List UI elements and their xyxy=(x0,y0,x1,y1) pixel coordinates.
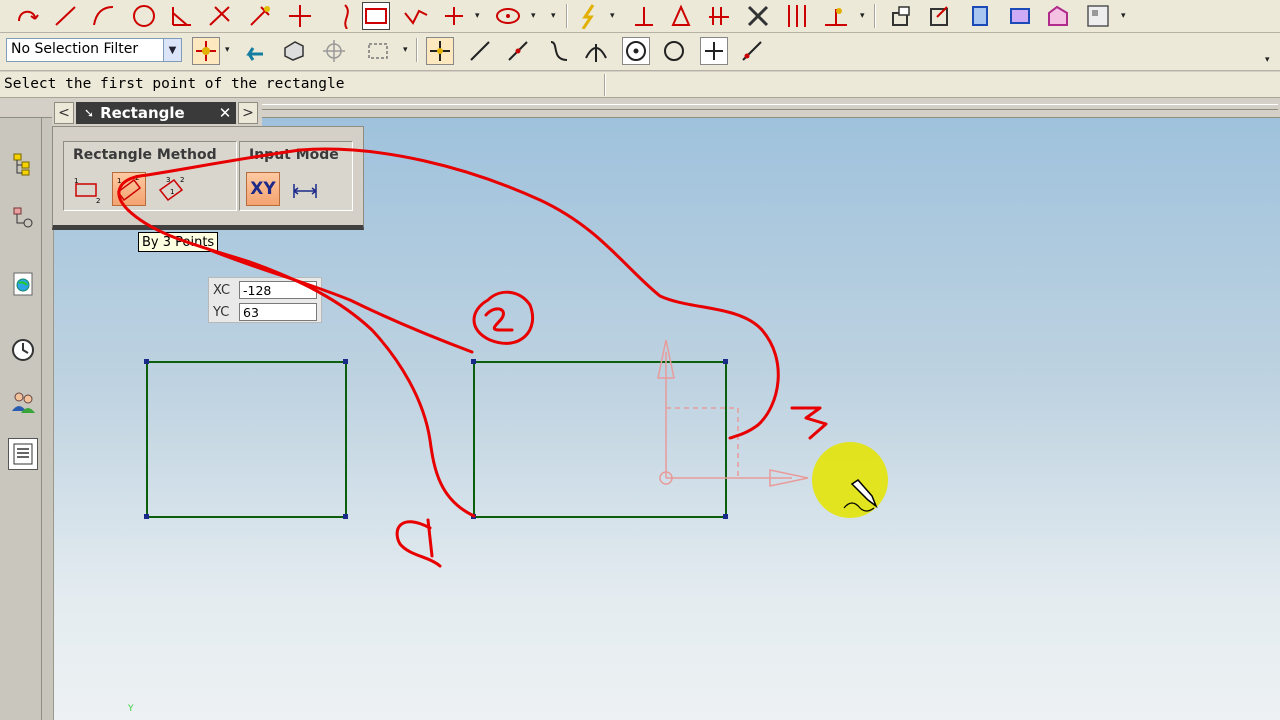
dialog-title: Rectangle xyxy=(100,104,185,122)
status-prompt: Select the first point of the rectangle xyxy=(4,76,345,92)
xc-input[interactable]: -128 xyxy=(239,281,317,299)
control-point-icon[interactable] xyxy=(544,37,572,65)
web-browser-icon[interactable] xyxy=(8,268,38,300)
xc-label: XC xyxy=(213,282,231,298)
offset-icon[interactable] xyxy=(782,2,810,30)
svg-text:1: 1 xyxy=(170,188,174,196)
rectangle-dialog: Rectangle Method 12 12 321 Input Mode XY xyxy=(52,126,364,230)
resource-bar xyxy=(0,118,42,720)
circle-tool-icon[interactable] xyxy=(130,2,158,30)
point-on-curve-icon[interactable] xyxy=(738,37,766,65)
perpendicular-constraint-icon[interactable] xyxy=(630,2,658,30)
dynamic-input-box: XC -128 YC 63 xyxy=(208,277,322,323)
svg-text:2: 2 xyxy=(135,174,139,182)
layout-icon[interactable] xyxy=(1084,2,1112,30)
rectangle-tool-icon[interactable] xyxy=(362,2,390,30)
chevron-left-icon[interactable]: < xyxy=(54,102,74,124)
arc-tool-icon[interactable] xyxy=(90,2,118,30)
tool-settings-icon[interactable] xyxy=(1044,2,1072,30)
undo-arc-icon[interactable] xyxy=(14,2,42,30)
roles-icon[interactable] xyxy=(8,386,38,418)
constraint-navigator-icon[interactable] xyxy=(8,202,38,234)
rectangle-method-group: Rectangle Method 12 12 321 xyxy=(63,141,237,211)
selection-filter-value: No Selection Filter xyxy=(11,41,139,57)
point-tool-icon[interactable] xyxy=(286,2,314,30)
solid-icon[interactable] xyxy=(1006,2,1034,30)
selection-filter-dropdown[interactable]: No Selection Filter ▼ xyxy=(6,38,182,62)
delete-constraint-icon[interactable] xyxy=(744,2,772,30)
yc-label: YC xyxy=(213,304,230,320)
end-point-icon[interactable] xyxy=(466,37,494,65)
snap-angle-icon[interactable] xyxy=(822,2,850,30)
undo-arrow-icon[interactable] xyxy=(240,37,268,65)
parameter-mode-icon[interactable] xyxy=(288,172,322,206)
chevron-down-icon[interactable]: ▼ xyxy=(163,39,181,61)
sketch-view-icon[interactable] xyxy=(888,2,916,30)
angle-tool-icon[interactable] xyxy=(168,2,196,30)
constraint-tool-icon[interactable] xyxy=(576,2,604,30)
snap-enable-icon[interactable] xyxy=(192,37,220,65)
svg-text:2: 2 xyxy=(180,176,184,184)
existing-point-icon[interactable] xyxy=(700,37,728,65)
line-tool-icon[interactable] xyxy=(52,2,80,30)
snap-point-icon[interactable] xyxy=(426,37,454,65)
select-3d-icon[interactable] xyxy=(280,37,308,65)
input-mode-label: Input Mode xyxy=(249,147,339,163)
chevron-right-icon[interactable]: > xyxy=(238,102,258,124)
rectangle-select-icon[interactable] xyxy=(364,37,392,65)
close-icon[interactable]: ✕ xyxy=(216,104,234,122)
y-axis-marker: Y xyxy=(128,704,134,714)
rectangle-method-label: Rectangle Method xyxy=(73,147,217,163)
by-2-points-icon[interactable]: 12 xyxy=(70,172,104,206)
svg-text:1: 1 xyxy=(117,177,121,185)
yc-row: YC 63 xyxy=(213,302,317,322)
by-3-points-icon[interactable]: 12 xyxy=(112,172,146,206)
history-clock-icon[interactable] xyxy=(8,334,38,366)
reattach-icon[interactable] xyxy=(926,2,954,30)
yc-input[interactable]: 63 xyxy=(239,303,317,321)
trim-tool-icon[interactable] xyxy=(246,2,274,30)
status-divider xyxy=(604,74,606,96)
ellipse-tool-icon[interactable] xyxy=(494,2,522,30)
svg-text:3: 3 xyxy=(166,176,170,184)
dialog-name-bar[interactable]: ➘ Rectangle ✕ xyxy=(76,102,236,124)
status-bar: Select the first point of the rectangle xyxy=(0,72,1280,98)
update-icon[interactable] xyxy=(966,2,994,30)
rectangle-dialog-titlebar: < ➘ Rectangle ✕ > xyxy=(52,100,262,126)
spline-tool-icon[interactable] xyxy=(402,2,430,30)
from-center-icon[interactable]: 3 21 xyxy=(154,172,188,206)
curve-tool-icon[interactable] xyxy=(330,2,358,30)
pointer-icon: ➘ xyxy=(84,106,95,120)
input-mode-group: Input Mode XY xyxy=(239,141,353,211)
system-materials-icon[interactable] xyxy=(8,438,38,470)
quadrant-icon[interactable] xyxy=(660,37,688,65)
method-tooltip: By 3 Points xyxy=(138,232,219,252)
intersection-icon[interactable] xyxy=(582,37,610,65)
xc-row: XC -128 xyxy=(213,280,317,300)
xy-mode-label: XY xyxy=(250,179,276,199)
svg-text:1: 1 xyxy=(74,177,78,185)
parallel-icon[interactable] xyxy=(706,2,734,30)
arc-center-icon[interactable] xyxy=(622,37,650,65)
svg-text:2: 2 xyxy=(96,197,100,204)
dimension-icon[interactable] xyxy=(668,2,696,30)
plus-point-icon[interactable] xyxy=(440,2,468,30)
sketch-curve-toolbar: ▾ ▾ ▾ ▾ ▾ ▾ xyxy=(0,0,1280,33)
coordinate-mode-button[interactable]: XY xyxy=(246,172,280,206)
assembly-navigator-icon[interactable] xyxy=(8,148,38,180)
fillet-tool-icon[interactable] xyxy=(206,2,234,30)
selection-crosshair-icon[interactable] xyxy=(320,37,348,65)
mid-point-icon[interactable] xyxy=(504,37,532,65)
